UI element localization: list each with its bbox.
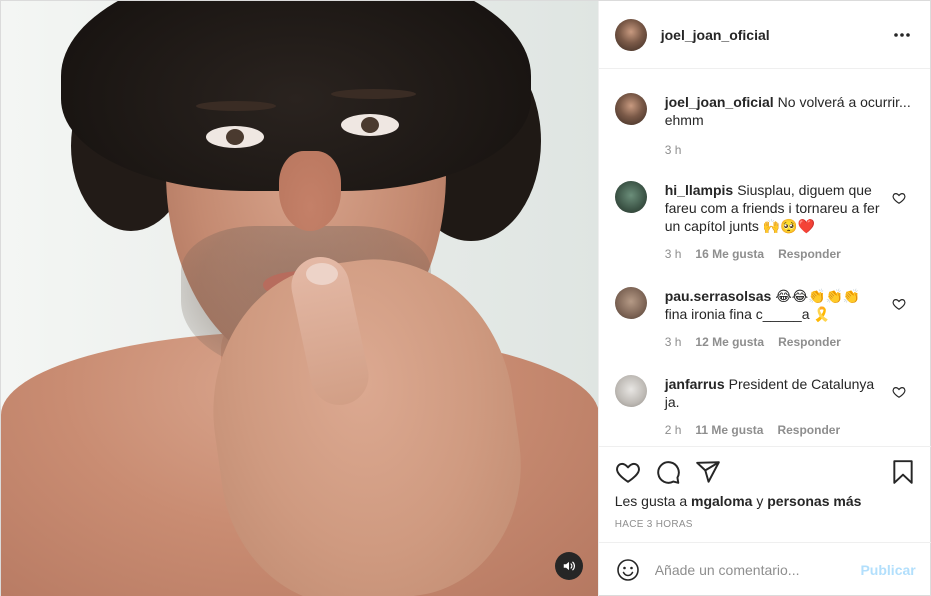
comment-likes[interactable]: 11 Me gusta: [695, 421, 763, 439]
more-icon: [894, 32, 910, 37]
commenter-avatar[interactable]: [614, 181, 647, 213]
bookmark-icon[interactable]: [890, 459, 916, 485]
comment-like-heart-icon[interactable]: [892, 385, 906, 399]
photo-eye-right: [341, 114, 399, 136]
audio-toggle-button[interactable]: [555, 552, 583, 580]
likes-prefix: Les gusta a: [614, 493, 688, 509]
like-button[interactable]: [615, 459, 641, 485]
comment-time[interactable]: 2 h: [665, 421, 682, 439]
post-actions: Les gusta a mgaloma y personas más HACE …: [598, 446, 931, 596]
caption-time[interactable]: 3 h: [665, 141, 682, 159]
post-timestamp[interactable]: HACE 3 HORAS: [615, 519, 693, 530]
comment-likes[interactable]: 16 Me gusta: [695, 245, 764, 263]
comment-button[interactable]: [655, 459, 681, 485]
comment-icon: [656, 461, 680, 484]
publish-button[interactable]: Publicar: [860, 562, 915, 578]
emoji-icon: [616, 559, 639, 581]
audio-icon: [563, 561, 575, 571]
likes-others[interactable]: personas más: [767, 493, 861, 509]
commenter-username[interactable]: janfarrus: [665, 376, 725, 392]
photo-eye-left: [206, 126, 264, 148]
post-side-panel: joel_joan_oficial joel_joan_oficial No vo…: [597, 1, 931, 596]
share-icon: [695, 461, 720, 483]
comment-composer: Publicar: [598, 542, 931, 596]
caption-username[interactable]: joel_joan_oficial: [665, 94, 774, 110]
photo-nose: [279, 151, 341, 231]
heart-icon: [615, 462, 640, 483]
comment-time[interactable]: 3 h: [665, 245, 682, 263]
reply-button[interactable]: Responder: [778, 333, 841, 351]
commenter-username[interactable]: hi_llampis: [665, 182, 733, 198]
caption-row: joel_joan_oficial No volverá a ocurrir...…: [614, 93, 914, 159]
reply-button[interactable]: Responder: [777, 421, 840, 439]
comment-item: hi_llampis Siusplau, diguem que fareu com…: [614, 181, 914, 263]
caption-avatar[interactable]: [614, 93, 647, 125]
reply-button[interactable]: Responder: [778, 245, 841, 263]
comment-item: pau.serrasolsas 😂😂👏👏👏 fina ironia fina c_…: [614, 287, 914, 351]
comment-item: janfarrus President de Catalunya ja. 2 h …: [614, 375, 914, 439]
action-icons: [615, 459, 735, 485]
author-avatar[interactable]: [614, 18, 647, 51]
commenter-avatar[interactable]: [614, 287, 647, 319]
comment-input[interactable]: [654, 562, 853, 578]
post-header: joel_joan_oficial: [598, 1, 930, 69]
comment-like-heart-icon[interactable]: [892, 191, 906, 205]
emoji-button[interactable]: [615, 557, 641, 583]
photo-nail: [306, 263, 338, 285]
likes-summary: Les gusta a mgaloma y personas más: [615, 493, 862, 509]
photo-brow-left: [196, 101, 276, 111]
commenter-username[interactable]: pau.serrasolsas: [665, 288, 772, 304]
commenter-avatar[interactable]: [614, 375, 647, 407]
comment-like-heart-icon[interactable]: [892, 297, 906, 311]
author-username[interactable]: joel_joan_oficial: [661, 27, 890, 43]
share-button[interactable]: [695, 459, 721, 485]
instagram-post: joel_joan_oficial joel_joan_oficial No vo…: [0, 0, 931, 596]
comment-time[interactable]: 3 h: [665, 333, 682, 351]
post-photo[interactable]: [1, 1, 598, 596]
more-options-button[interactable]: [890, 23, 914, 47]
photo-brow-right: [331, 89, 416, 99]
comment-likes[interactable]: 12 Me gusta: [695, 333, 764, 351]
likes-user[interactable]: mgaloma: [691, 493, 752, 509]
likes-connector: y: [756, 493, 764, 509]
